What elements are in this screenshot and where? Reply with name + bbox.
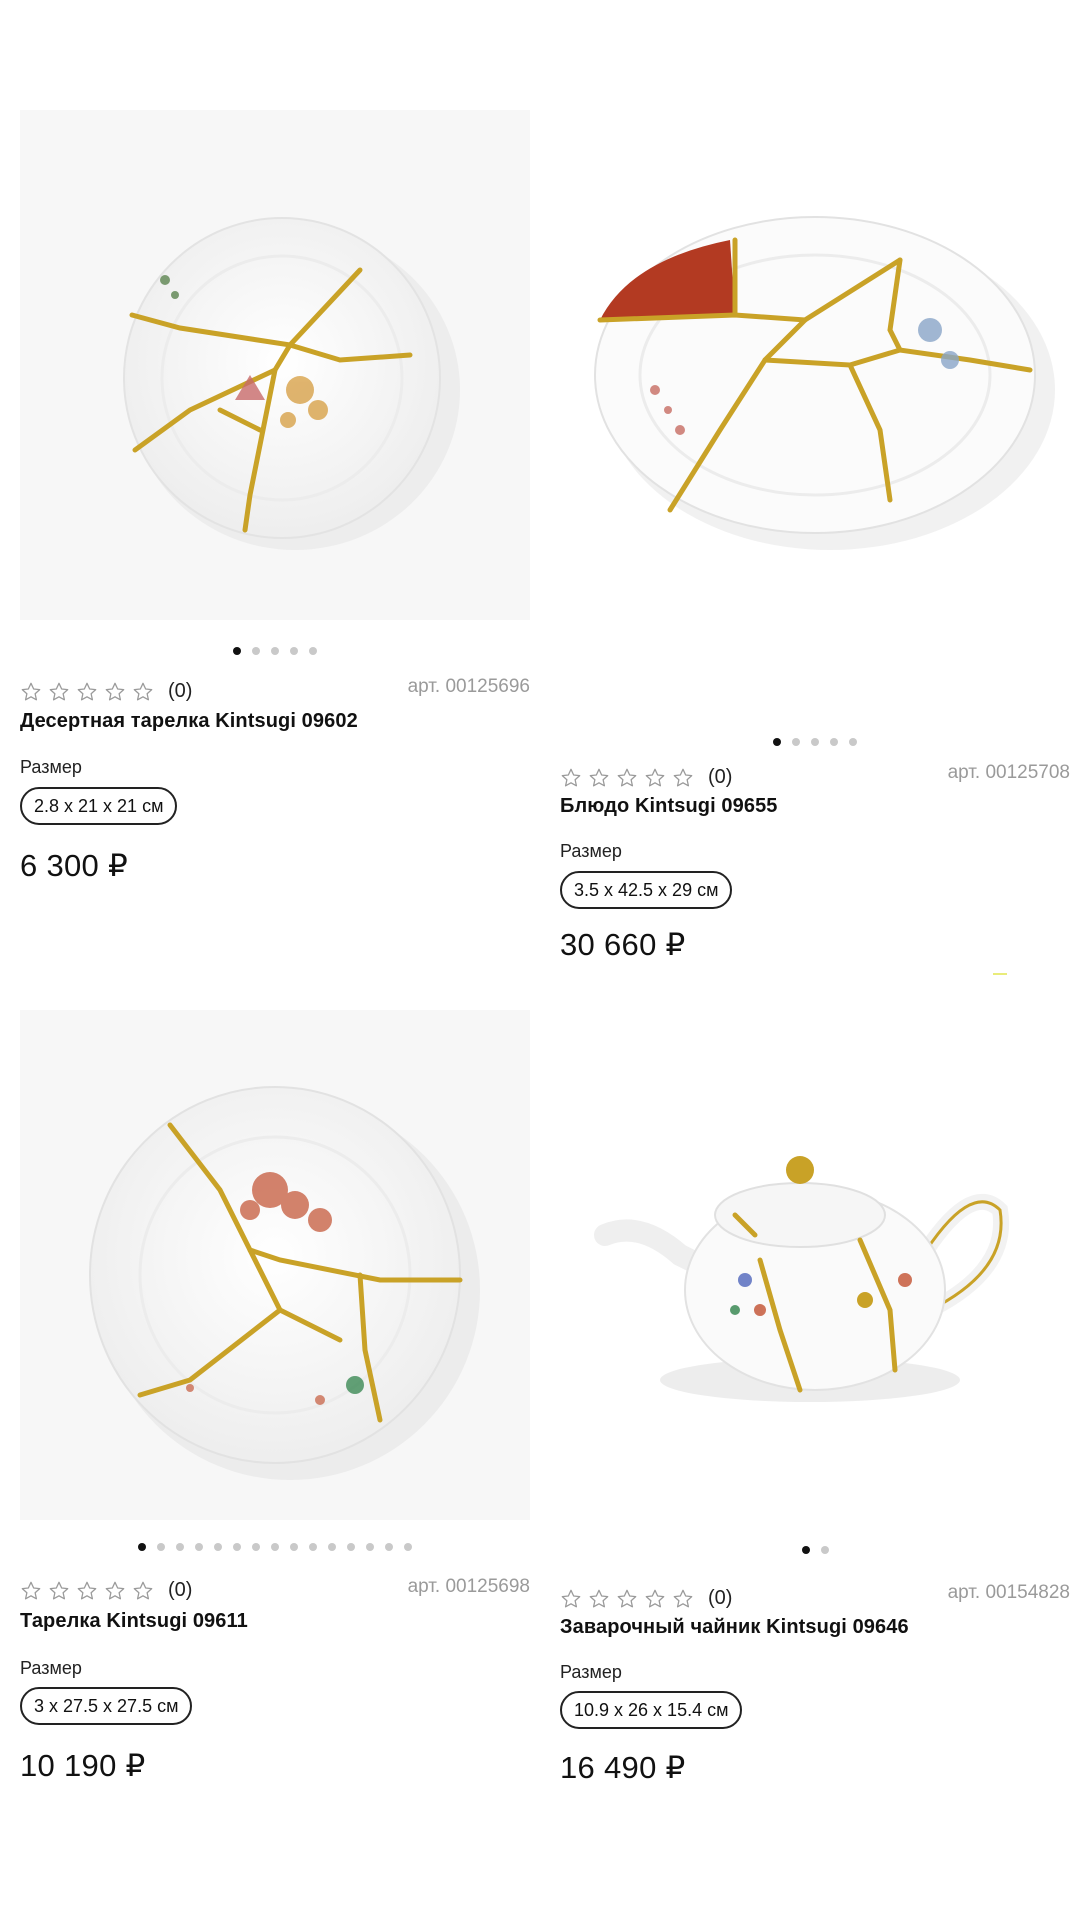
star-outline-icon <box>76 1580 98 1602</box>
carousel-dot[interactable] <box>290 647 298 655</box>
carousel-dot[interactable] <box>849 738 857 746</box>
product-price: 16 490 ₽ <box>560 1750 686 1785</box>
carousel-dot[interactable] <box>233 1543 241 1551</box>
carousel-dot[interactable] <box>309 1543 317 1551</box>
star-outline-icon <box>644 1588 666 1610</box>
rating-count: (0) <box>168 680 193 702</box>
star-outline-icon <box>588 767 610 789</box>
carousel-dot[interactable] <box>233 647 241 655</box>
carousel-dot[interactable] <box>385 1543 393 1551</box>
star-outline-icon <box>20 1580 42 1602</box>
plate-icon <box>89 1086 480 1480</box>
star-outline-icon <box>76 681 98 703</box>
dessert-plate-icon <box>123 217 460 550</box>
carousel-dot[interactable] <box>347 1543 355 1551</box>
carousel-dot[interactable] <box>309 647 317 655</box>
carousel-dot[interactable] <box>252 647 260 655</box>
rating-count: (0) <box>168 1579 193 1601</box>
product-sku: арт. 00125698 <box>407 1576 530 1597</box>
rating-stars: (0) <box>20 680 192 703</box>
teapot-icon <box>594 1156 1010 1402</box>
star-outline-icon <box>560 767 582 789</box>
size-option[interactable]: 2.8 x 21 x 21 см <box>20 787 178 825</box>
star-outline-icon <box>48 1580 70 1602</box>
carousel-dot[interactable] <box>176 1543 184 1551</box>
star-outline-icon <box>20 681 42 703</box>
rating-stars: (0) <box>560 1587 732 1610</box>
carousel-dot[interactable] <box>290 1543 298 1551</box>
product-sku: арт. 00125696 <box>407 676 530 697</box>
carousel-dot[interactable] <box>830 738 838 746</box>
size-label: Размер <box>560 841 622 861</box>
carousel-dot[interactable] <box>820 1546 829 1554</box>
star-outline-icon <box>560 1588 582 1610</box>
image-carousel-dots[interactable] <box>560 1542 1070 1558</box>
product-title[interactable]: Десертная тарелка Kintsugi 09602 <box>20 710 358 733</box>
product-price: 30 660 ₽ <box>560 927 686 962</box>
star-outline-icon <box>672 1588 694 1610</box>
size-option[interactable]: 3.5 x 42.5 x 29 см <box>560 871 733 909</box>
decorative-mark <box>993 973 1007 975</box>
star-outline-icon <box>588 1588 610 1610</box>
image-carousel-dots[interactable] <box>560 734 1070 750</box>
carousel-dot[interactable] <box>328 1543 336 1551</box>
rating-stars: (0) <box>20 1579 192 1602</box>
product-title[interactable]: Тарелка Kintsugi 09611 <box>20 1610 248 1633</box>
oval-dish-icon <box>594 216 1055 550</box>
star-outline-icon <box>616 1588 638 1610</box>
star-outline-icon <box>616 767 638 789</box>
product-title[interactable]: Блюдо Kintsugi 09655 <box>560 795 778 818</box>
product-image-oval-dish[interactable] <box>560 110 1070 620</box>
star-outline-icon <box>132 681 154 703</box>
carousel-dot[interactable] <box>214 1543 222 1551</box>
star-outline-icon <box>132 1580 154 1602</box>
carousel-dot[interactable] <box>138 1543 146 1551</box>
size-label: Размер <box>560 1662 622 1682</box>
star-outline-icon <box>104 681 126 703</box>
star-outline-icon <box>644 767 666 789</box>
rating-stars: (0) <box>560 766 732 789</box>
carousel-dot[interactable] <box>773 738 781 746</box>
carousel-dot[interactable] <box>271 647 279 655</box>
product-price: 10 190 ₽ <box>20 1748 146 1783</box>
carousel-dot[interactable] <box>404 1543 412 1551</box>
product-image-dessert-plate[interactable] <box>20 110 530 620</box>
size-label: Размер <box>20 757 82 777</box>
product-sku: арт. 00154828 <box>947 1582 1070 1603</box>
product-price: 6 300 ₽ <box>20 848 129 883</box>
product-sku: арт. 00125708 <box>947 762 1070 783</box>
product-title[interactable]: Заварочный чайник Kintsugi 09646 <box>560 1616 909 1639</box>
carousel-dot[interactable] <box>271 1543 279 1551</box>
carousel-dot[interactable] <box>366 1543 374 1551</box>
rating-count: (0) <box>708 1587 733 1609</box>
carousel-dot[interactable] <box>252 1543 260 1551</box>
carousel-dot[interactable] <box>792 738 800 746</box>
star-outline-icon <box>672 767 694 789</box>
product-image-plate[interactable] <box>20 1010 530 1520</box>
carousel-dot[interactable] <box>157 1543 165 1551</box>
size-option[interactable]: 10.9 x 26 x 15.4 см <box>560 1691 743 1729</box>
carousel-dot[interactable] <box>811 738 819 746</box>
carousel-dot[interactable] <box>195 1543 203 1551</box>
star-outline-icon <box>48 681 70 703</box>
image-carousel-dots[interactable] <box>20 1539 530 1555</box>
product-image-teapot[interactable] <box>560 1010 1070 1520</box>
size-label: Размер <box>20 1658 82 1678</box>
rating-count: (0) <box>708 766 733 788</box>
size-option[interactable]: 3 x 27.5 x 27.5 см <box>20 1687 193 1725</box>
image-carousel-dots[interactable] <box>20 643 530 659</box>
star-outline-icon <box>104 1580 126 1602</box>
carousel-dot[interactable] <box>801 1546 810 1554</box>
